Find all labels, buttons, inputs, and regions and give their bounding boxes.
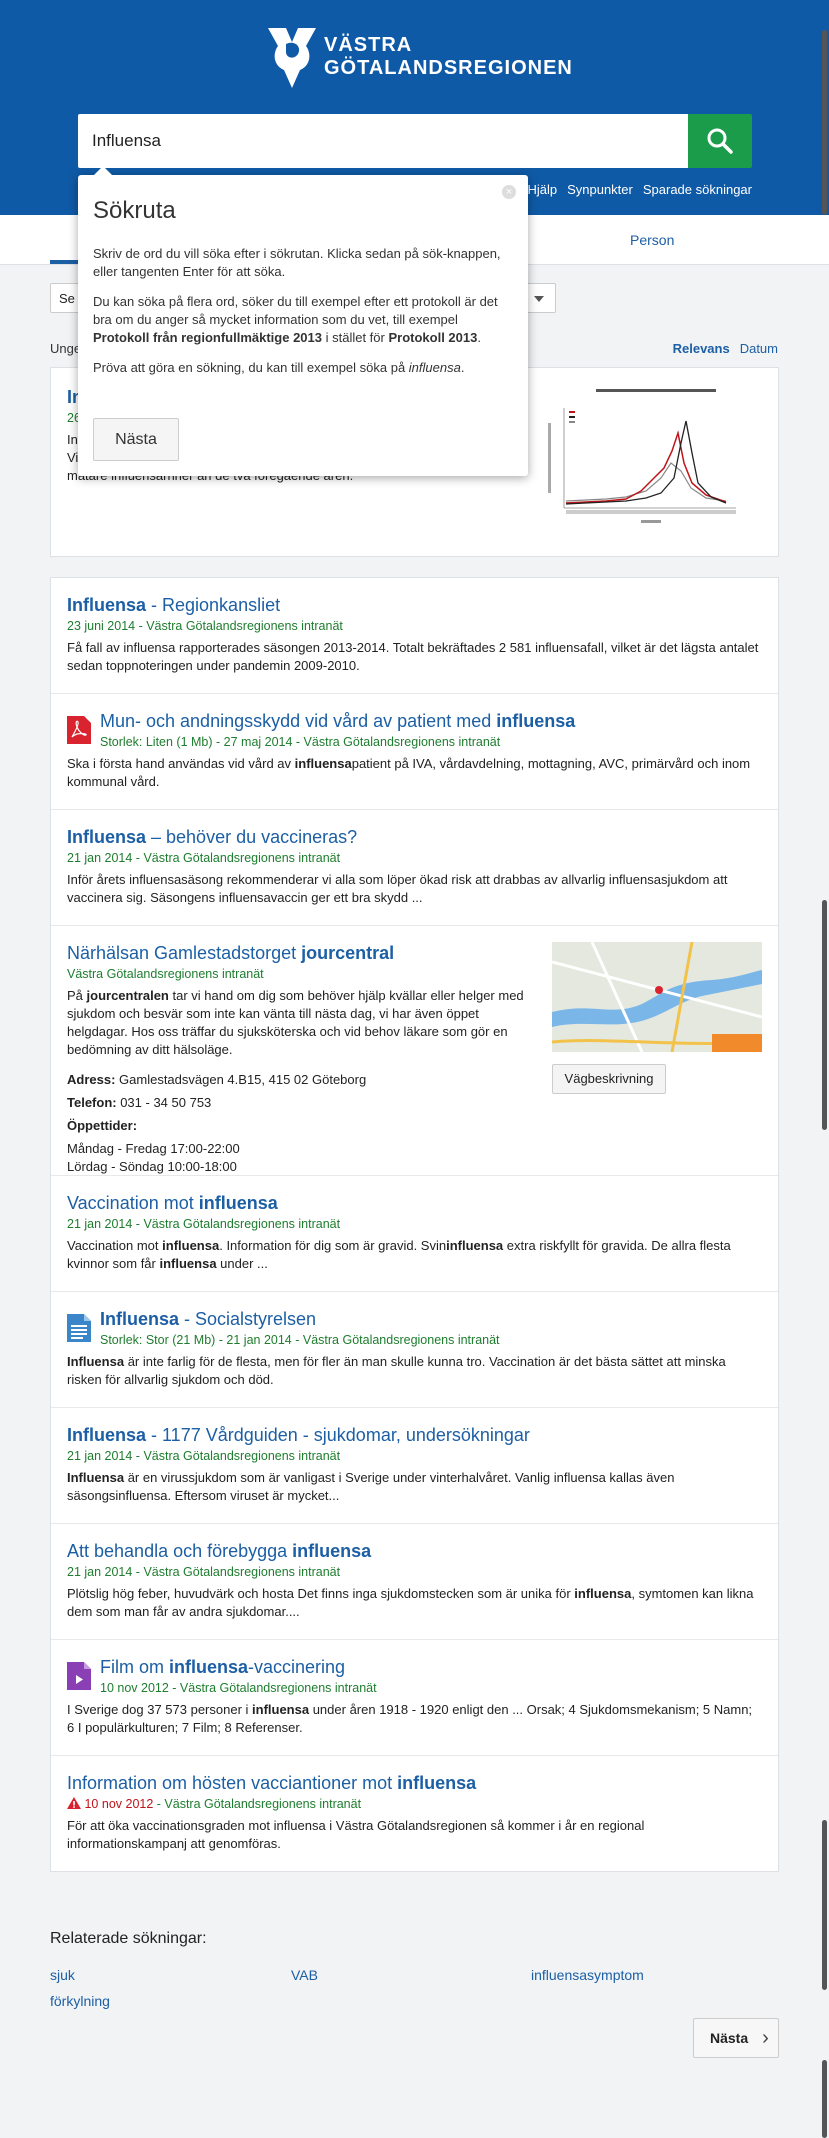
popover-next-button[interactable]: Nästa — [93, 418, 179, 461]
related-search-link[interactable]: influensasymptom — [531, 1967, 644, 1983]
related-search-link[interactable]: VAB — [291, 1967, 318, 1983]
logo-line2: GÖTALANDSREGIONEN — [324, 57, 573, 79]
opening-hours: Lördag - Söndag 10:00-18:00 — [67, 1159, 237, 1174]
result-title[interactable]: Närhälsan Gamlestadstorget jourcentral — [67, 942, 542, 964]
related-searches-title: Relaterade sökningar: — [50, 1930, 207, 1947]
sort-date[interactable]: Datum — [740, 341, 778, 356]
search-icon — [707, 128, 733, 154]
list-item: Influensa - 1177 Vårdguiden - sjukdomar,… — [51, 1408, 778, 1524]
vgr-logo[interactable]: VÄSTRA GÖTALANDSREGIONEN — [266, 24, 573, 90]
popover-title: Sökruta — [93, 197, 176, 224]
result-description: Inför årets influensasäsong rekommendera… — [67, 872, 728, 905]
result-meta: 21 jan 2014 - Västra Götalandsregionens … — [67, 1565, 341, 1579]
list-item: Influensa – behöver du vaccineras? 21 ja… — [51, 810, 778, 926]
video-file-icon — [67, 1662, 91, 1690]
popover-text: Du kan söka på flera ord, söker du till … — [93, 294, 498, 345]
directions-button[interactable]: Vägbeskrivning — [552, 1064, 666, 1094]
scrollbar-thumb[interactable] — [822, 2060, 827, 2138]
search-help-popover: × Sökruta Skriv de ord du vill söka efte… — [78, 166, 528, 476]
result-description: Influensa är en virussjukdom som är vanl… — [67, 1470, 675, 1503]
feedback-link[interactable]: Synpunkter — [567, 182, 633, 197]
sort-options: Relevans Datum — [673, 341, 778, 356]
results-list: Influensa - Regionkansliet 23 juni 2014 … — [50, 577, 779, 1872]
result-title[interactable]: Information om hösten vacciantioner mot … — [67, 1772, 762, 1794]
result-meta: 21 jan 2014 - Västra Götalandsregionens … — [67, 1217, 341, 1231]
opening-hours: Måndag - Fredag 17:00-22:00 — [67, 1141, 240, 1156]
next-page-button[interactable]: Nästa › — [693, 2018, 779, 2058]
result-meta: 23 juni 2014 - Västra Götalandsregionens… — [67, 619, 343, 633]
list-item: Närhälsan Gamlestadstorget jourcentral V… — [51, 926, 778, 1176]
opening-hours-label: Öppettider: — [67, 1118, 138, 1133]
list-item: Mun- och andningsskydd vid vård av patie… — [51, 694, 778, 810]
result-description: Få fall av influensa rapporterades säson… — [67, 640, 759, 673]
result-meta: 10 nov 2012 - Västra Götalandsregionens … — [67, 1796, 762, 1812]
logo-line1: VÄSTRA — [324, 34, 413, 56]
list-item: Att behandla och förebygga influensa 21 … — [51, 1524, 778, 1640]
result-description: Plötslig hög feber, huvudvärk och hosta … — [67, 1586, 754, 1619]
result-title[interactable]: Influensa – behöver du vaccineras? — [67, 826, 762, 848]
vgr-logo-icon — [268, 28, 316, 88]
popover-text: Pröva att göra en sökning, du kan till e… — [93, 360, 465, 375]
popover-text: Skriv de ord du vill söka efter i sökrut… — [93, 246, 501, 279]
result-description: För att öka vaccinationsgraden mot influ… — [67, 1818, 645, 1851]
result-meta: Västra Götalandsregionens intranät — [67, 967, 264, 981]
pdf-file-icon — [67, 716, 91, 744]
scrollbar-thumb[interactable] — [822, 30, 827, 215]
result-title[interactable]: Film om influensa-vaccinering — [100, 1656, 762, 1678]
result-title[interactable]: Vaccination mot influensa — [67, 1192, 762, 1214]
help-link[interactable]: Hjälp — [527, 182, 557, 197]
map-thumbnail[interactable] — [552, 942, 762, 1052]
result-title[interactable]: Att behandla och förebygga influensa — [67, 1540, 762, 1562]
result-description: På jourcentralen tar vi hand om dig som … — [67, 988, 524, 1057]
result-title[interactable]: Influensa - Socialstyrelsen — [100, 1308, 762, 1330]
list-item: Vaccination mot influensa 21 jan 2014 - … — [51, 1176, 778, 1292]
result-meta: Storlek: Liten (1 Mb) - 27 maj 2014 - Vä… — [100, 735, 501, 749]
related-search-link[interactable]: förkylning — [50, 1993, 110, 2009]
result-meta: 10 nov 2012 - Västra Götalandsregionens … — [100, 1681, 377, 1695]
result-meta: 21 jan 2014 - Västra Götalandsregionens … — [67, 1449, 341, 1463]
sort-relevance[interactable]: Relevans — [673, 341, 730, 356]
warning-icon — [67, 1797, 81, 1809]
result-description: Influensa är inte farlig för de flesta, … — [67, 1354, 726, 1387]
scrollbar-thumb[interactable] — [822, 1820, 827, 1990]
list-item: Information om hösten vacciantioner mot … — [51, 1756, 778, 1871]
results-count: Unge — [50, 341, 82, 356]
chart-thumbnail[interactable] — [536, 383, 770, 531]
search-value: Influensa — [92, 131, 161, 150]
result-title[interactable]: Influensa - 1177 Vårdguiden - sjukdomar,… — [67, 1424, 762, 1446]
result-meta: Storlek: Stor (21 Mb) - 21 jan 2014 - Vä… — [100, 1333, 500, 1347]
saved-searches-link[interactable]: Sparade sökningar — [643, 182, 752, 197]
scrollbar-thumb[interactable] — [822, 900, 827, 1130]
phone: Telefon: 031 - 34 50 753 — [67, 1095, 212, 1110]
search-input[interactable]: Influensa — [78, 114, 688, 168]
chevron-right-icon: › — [762, 2026, 769, 2049]
close-icon[interactable]: × — [502, 185, 516, 199]
related-search-link[interactable]: sjuk — [50, 1967, 75, 1983]
result-description: I Sverige dog 37 573 personer i influens… — [67, 1702, 753, 1735]
list-item: Influensa - Socialstyrelsen Storlek: Sto… — [51, 1292, 778, 1408]
result-description: Vaccination mot influensa. Information f… — [67, 1238, 731, 1271]
search-button[interactable] — [688, 114, 752, 168]
result-title[interactable]: Mun- och andningsskydd vid vård av patie… — [100, 710, 762, 732]
list-item: Film om influensa-vaccinering 10 nov 201… — [51, 1640, 778, 1756]
list-item: Influensa - Regionkansliet 23 juni 2014 … — [51, 578, 778, 694]
address: Adress: Gamlestadsvägen 4.B15, 415 02 Gö… — [67, 1072, 367, 1087]
result-description: Ska i första hand användas vid vård av i… — [67, 756, 751, 789]
document-file-icon — [67, 1314, 91, 1342]
result-title[interactable]: Influensa - Regionkansliet — [67, 594, 762, 616]
result-meta: 21 jan 2014 - Västra Götalandsregionens … — [67, 851, 341, 865]
tab-person[interactable]: Person — [630, 232, 674, 248]
